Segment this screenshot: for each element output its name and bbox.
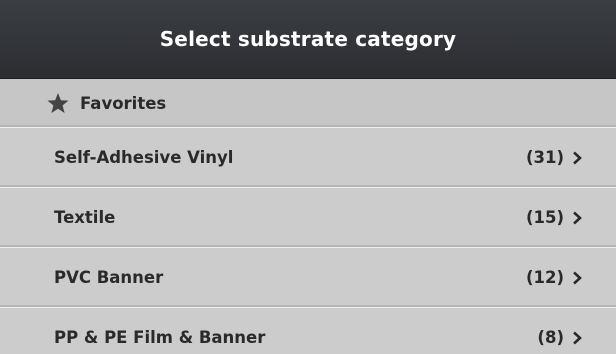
category-label: Self-Adhesive Vinyl <box>54 148 234 167</box>
chevron-right-icon <box>572 211 582 225</box>
category-list: Favorites Self-Adhesive Vinyl (31) Texti… <box>0 79 616 354</box>
favorites-item[interactable]: Favorites <box>0 79 616 128</box>
category-label: PP & PE Film & Banner <box>54 328 266 347</box>
list-item-textile[interactable]: Textile (15) <box>0 188 616 248</box>
category-count: (31) <box>525 148 564 167</box>
category-label: Textile <box>54 208 116 227</box>
page-title: Select substrate category <box>159 27 457 51</box>
category-count: (12) <box>525 268 564 287</box>
list-item-pp-pe-film-banner[interactable]: PP & PE Film & Banner (8) <box>0 308 616 354</box>
favorites-label: Favorites <box>80 93 167 113</box>
chevron-right-icon <box>572 331 582 345</box>
chevron-right-icon <box>572 151 582 165</box>
category-count: (15) <box>525 208 564 227</box>
star-icon <box>46 92 70 114</box>
chevron-right-icon <box>572 271 582 285</box>
substrate-category-screen: Select substrate category Favorites Self… <box>0 0 616 354</box>
list-item-pvc-banner[interactable]: PVC Banner (12) <box>0 248 616 308</box>
page-title-bar: Select substrate category <box>0 0 616 79</box>
list-item-self-adhesive-vinyl[interactable]: Self-Adhesive Vinyl (31) <box>0 128 616 188</box>
category-count: (8) <box>537 328 564 347</box>
category-label: PVC Banner <box>54 268 164 287</box>
